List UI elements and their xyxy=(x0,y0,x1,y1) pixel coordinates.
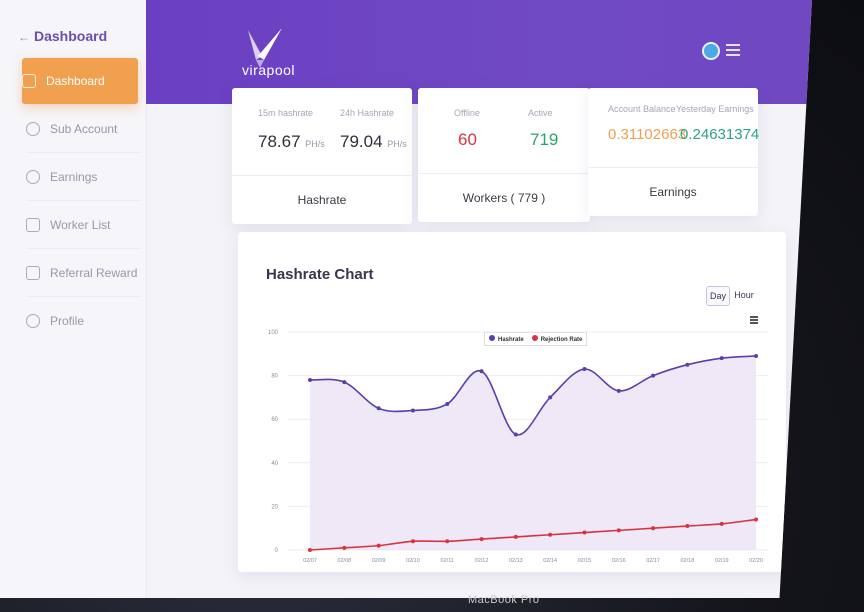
workers-card: Offline Active 60 719 Workers ( 779 ) xyxy=(418,88,590,222)
x-tick-label: 02/12 xyxy=(475,558,489,564)
profile-icon xyxy=(26,314,40,328)
data-point-rejection-rate xyxy=(754,517,758,522)
y-tick-label: 100 xyxy=(268,330,279,336)
data-point-rejection-rate xyxy=(376,543,381,548)
x-tick-label: 02/09 xyxy=(372,558,386,564)
data-point-hashrate xyxy=(376,406,381,411)
data-point-hashrate xyxy=(445,401,450,406)
y-tick-label: 20 xyxy=(271,504,278,510)
user-avatar-icon[interactable] xyxy=(702,42,720,60)
series-area-hashrate xyxy=(310,355,756,550)
stat-label: Yesterday Earnings xyxy=(676,104,754,114)
data-point-rejection-rate xyxy=(685,524,690,529)
data-point-rejection-rate xyxy=(308,548,312,552)
data-point-hashrate xyxy=(616,388,621,393)
data-point-rejection-rate xyxy=(479,537,484,542)
data-point-rejection-rate xyxy=(651,526,656,531)
x-tick-label: 02/10 xyxy=(406,558,420,564)
active-value: 719 xyxy=(530,130,559,149)
x-tick-label: 02/14 xyxy=(543,558,557,564)
card-footer[interactable]: Hashrate xyxy=(232,175,412,224)
sidebar-item-label: Referral Reward xyxy=(50,266,138,280)
brand-name: virapool xyxy=(242,62,296,78)
offline-value: 60 xyxy=(458,130,477,149)
x-tick-label: 02/13 xyxy=(509,558,523,564)
x-tick-label: 02/08 xyxy=(337,558,351,564)
sidebar-item-label: Profile xyxy=(50,314,85,328)
sidebar-item-label: Earnings xyxy=(50,170,98,184)
data-point-rejection-rate xyxy=(582,530,587,535)
stat-label: 15m hashrate xyxy=(258,108,314,118)
x-tick-label: 02/19 xyxy=(715,558,729,564)
sidebar-item-label: Worker List xyxy=(50,218,111,232)
stat-value: 79.04 PH/s xyxy=(340,132,407,151)
x-tick-label: 02/11 xyxy=(441,558,454,564)
list-icon xyxy=(26,218,40,232)
y-tick-label: 0 xyxy=(275,548,279,554)
account-balance-value: 0.31102663 xyxy=(608,126,687,143)
sidebar-item-worker-list[interactable]: Worker List xyxy=(26,202,142,249)
x-tick-label: 02/18 xyxy=(681,558,695,564)
sidebar-item-profile[interactable]: Profile xyxy=(26,298,142,344)
hashrate-line-chart: 0 20 40 60 80 100 02/07 02/08 02/09 02/10 02/11 02/… xyxy=(268,330,768,564)
data-point-hashrate xyxy=(308,377,312,382)
yesterday-earnings-value: 0.24631374 xyxy=(680,126,760,143)
hamburger-menu-icon[interactable] xyxy=(726,44,740,56)
x-tick-label: 02/16 xyxy=(612,558,626,564)
data-point-hashrate xyxy=(754,353,758,358)
data-point-rejection-rate xyxy=(719,521,724,526)
sidebar: ← Dashboard Dashboard Sub Account Earning… xyxy=(0,0,147,598)
stat-label: 24h Hashrate xyxy=(340,108,395,118)
data-point-hashrate xyxy=(479,369,484,374)
stat-label: Active xyxy=(528,108,553,118)
hashrate-chart-panel: Hashrate Chart Day Hour Hashrate Rejecti… xyxy=(238,232,786,572)
data-point-rejection-rate xyxy=(410,539,415,544)
data-point-hashrate xyxy=(651,373,656,378)
data-point-hashrate xyxy=(685,362,690,367)
sidebar-item-label: Sub Account xyxy=(50,122,118,136)
sidebar-item-referral-reward[interactable]: Referral Reward xyxy=(26,250,142,297)
x-tick-label: 02/17 xyxy=(646,558,660,564)
data-point-rejection-rate xyxy=(342,545,347,550)
sidebar-item-label: Dashboard xyxy=(46,74,105,88)
y-tick-label: 40 xyxy=(271,461,278,467)
user-circle-icon xyxy=(26,122,40,136)
stat-label: Account Balance xyxy=(608,104,676,114)
data-point-rejection-rate xyxy=(445,539,450,544)
stat-value: 78.67 PH/s xyxy=(258,132,325,151)
earnings-card: Account Balance Yesterday Earnings 0.311… xyxy=(588,88,760,216)
y-tick-label: 80 xyxy=(271,374,278,380)
data-point-hashrate xyxy=(513,432,518,437)
x-tick-label: 02/20 xyxy=(749,558,763,564)
gift-icon xyxy=(26,266,40,280)
x-tick-label: 02/15 xyxy=(578,558,592,564)
sidebar-item-dashboard[interactable]: Dashboard xyxy=(22,58,138,104)
chevron-left-icon: ← xyxy=(18,30,30,44)
x-tick-label: 02/07 xyxy=(303,558,317,564)
data-point-hashrate xyxy=(548,395,553,400)
stat-label: Offline xyxy=(454,108,480,118)
data-point-rejection-rate xyxy=(548,532,553,537)
data-point-rejection-rate xyxy=(616,528,621,533)
laptop-brand-label: MacBook Pro xyxy=(468,594,540,606)
data-point-hashrate xyxy=(342,380,347,385)
home-icon xyxy=(22,74,36,88)
data-point-hashrate xyxy=(410,408,415,413)
card-footer[interactable]: Earnings xyxy=(588,167,758,216)
data-point-hashrate xyxy=(719,356,724,361)
card-footer[interactable]: Workers ( 779 ) xyxy=(418,173,590,222)
y-tick-label: 60 xyxy=(271,417,278,423)
screen: ← Dashboard Dashboard Sub Account Earning… xyxy=(0,0,812,598)
coin-icon xyxy=(26,170,40,184)
sidebar-item-earnings[interactable]: Earnings xyxy=(26,154,142,201)
data-point-hashrate xyxy=(582,367,587,372)
sidebar-item-sub-account[interactable]: Sub Account xyxy=(26,106,142,153)
hashrate-card: 15m hashrate 24h Hashrate 78.67 PH/s 79.… xyxy=(232,88,412,224)
data-point-rejection-rate xyxy=(513,534,518,539)
sidebar-title[interactable]: ← Dashboard xyxy=(18,28,107,44)
